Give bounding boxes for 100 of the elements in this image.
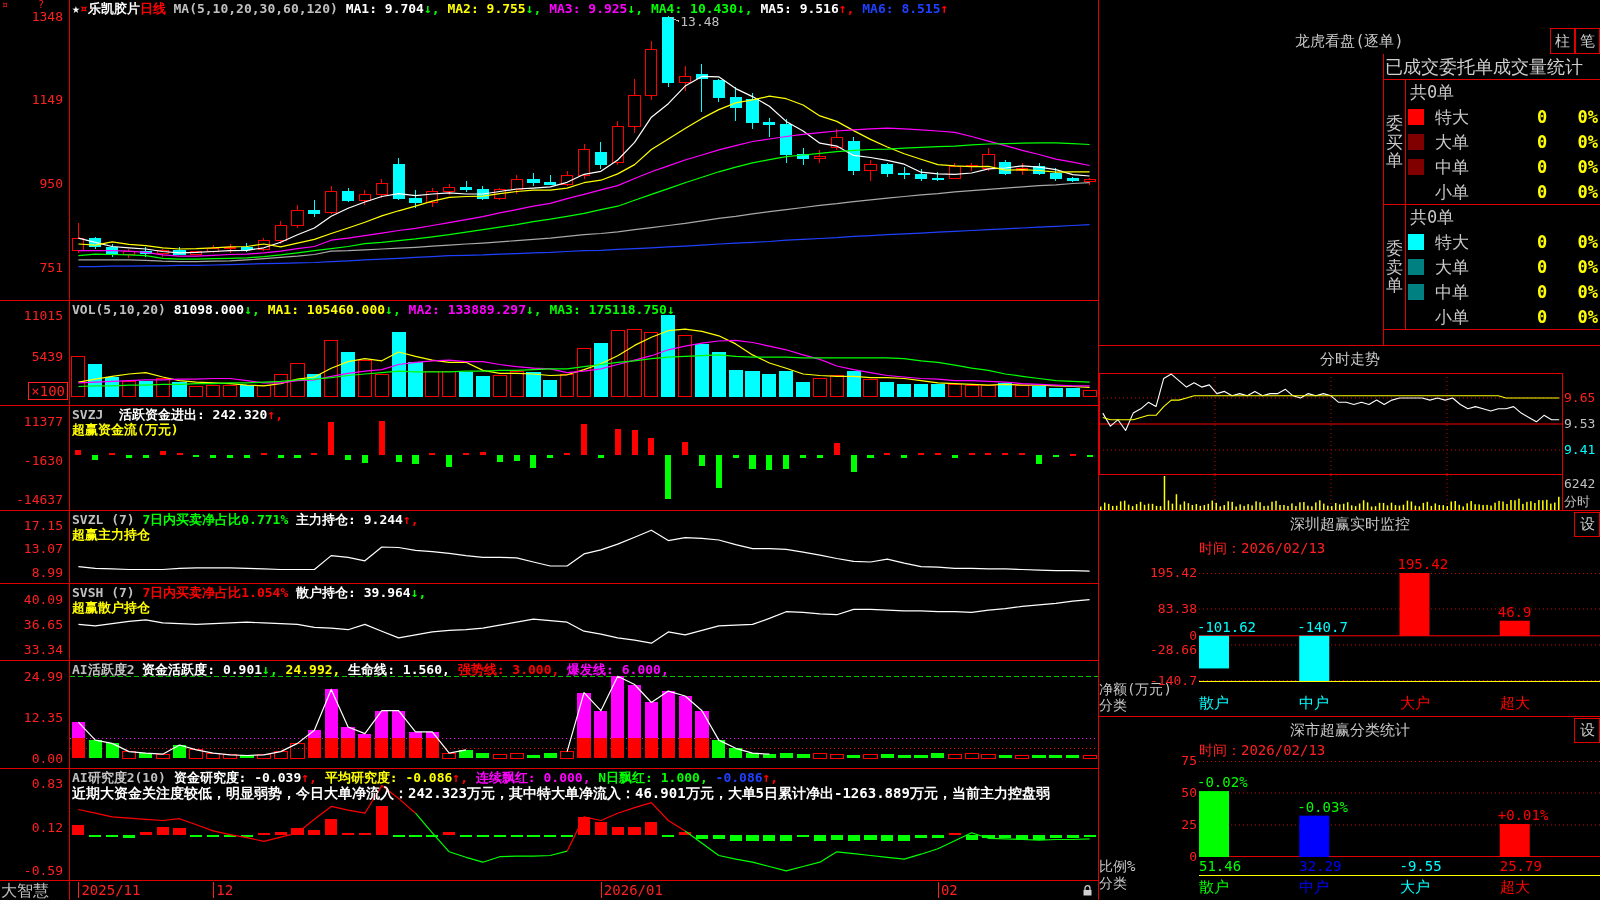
price-annotation: 13.48 bbox=[680, 15, 720, 29]
research-bar bbox=[763, 834, 776, 842]
view-button[interactable]: 柱 bbox=[1550, 28, 1575, 54]
axis-label: 195.42 bbox=[1150, 566, 1197, 580]
volume-bar bbox=[728, 369, 743, 397]
axis-label: 36.65 bbox=[23, 618, 63, 632]
research-bar bbox=[948, 832, 961, 835]
indicator-text: SVSH (7) bbox=[72, 585, 135, 600]
activity-bar bbox=[392, 738, 406, 759]
view-button[interactable]: 笔 bbox=[1575, 28, 1600, 54]
flow-bar bbox=[867, 455, 874, 459]
panel-title: 深圳超赢实时监控 bbox=[1289, 514, 1410, 534]
volume-bar bbox=[475, 375, 490, 397]
indicator-text: 超赢资金流(万元) bbox=[72, 422, 179, 437]
indicator-text: MA3: 9.925 bbox=[548, 1, 628, 16]
candlestick bbox=[847, 136, 860, 176]
chart-bar bbox=[1499, 824, 1530, 857]
volume-bar bbox=[239, 384, 254, 397]
activity-bar bbox=[240, 755, 254, 759]
activity-bar bbox=[947, 754, 962, 759]
volume-bar bbox=[846, 371, 861, 397]
research-bar bbox=[1083, 834, 1096, 837]
chart-bar bbox=[1499, 620, 1530, 636]
candlestick bbox=[1016, 162, 1029, 176]
change-label: -0.02% bbox=[1197, 775, 1248, 791]
research-bar bbox=[864, 834, 877, 840]
research-bar bbox=[190, 834, 203, 837]
settings-button[interactable]: 设 bbox=[1574, 511, 1600, 537]
axis-label: 25 bbox=[1181, 818, 1197, 832]
activity-bar bbox=[155, 753, 170, 759]
order-share: 0% bbox=[1577, 181, 1599, 202]
candlestick bbox=[190, 250, 203, 255]
indicator-text: 超赢主力持仓 bbox=[72, 527, 150, 542]
activity-bar bbox=[880, 754, 894, 759]
corner-mark: ? bbox=[38, 0, 45, 10]
candlestick bbox=[729, 86, 742, 121]
indicator-text: 资金活跃度: 0.901 bbox=[141, 662, 263, 677]
axis-label: 33.34 bbox=[23, 643, 63, 657]
flow-bar bbox=[766, 455, 773, 471]
candlestick bbox=[240, 242, 253, 253]
volume-bar bbox=[947, 383, 962, 397]
activity-bar bbox=[897, 754, 911, 759]
activity-bar bbox=[998, 754, 1012, 759]
group-label: 委买单 bbox=[1386, 113, 1403, 171]
candlestick bbox=[224, 243, 237, 254]
axis-label: 1149 bbox=[31, 93, 63, 107]
axis-label: -28.66 bbox=[1150, 642, 1197, 657]
indicator-text: ↑, bbox=[301, 770, 317, 785]
flow-bar bbox=[951, 455, 958, 459]
order-count: 0 bbox=[1536, 306, 1548, 327]
indicator-text: MA4: 10.430 bbox=[649, 1, 737, 16]
volume-bar bbox=[627, 329, 642, 397]
candlestick bbox=[426, 187, 439, 208]
activity-bar bbox=[931, 753, 945, 759]
activity-bar bbox=[189, 749, 204, 759]
flow-bar bbox=[1069, 453, 1076, 456]
candlestick bbox=[594, 141, 607, 170]
value-label: 46.9 bbox=[1497, 604, 1532, 620]
panel-title: 分时走势 bbox=[1319, 350, 1380, 369]
indicator-text: ↓, bbox=[262, 662, 278, 677]
indicator-text: MA6: 8.515 bbox=[861, 1, 941, 16]
volume-bar bbox=[1015, 384, 1030, 397]
research-bar bbox=[847, 834, 860, 841]
flow-bar bbox=[732, 455, 739, 459]
value-label: 51.46 bbox=[1199, 858, 1242, 874]
volume-bar bbox=[779, 370, 794, 397]
research-bar bbox=[594, 822, 607, 835]
research-bar bbox=[780, 834, 793, 841]
research-bar bbox=[476, 834, 489, 837]
candlestick bbox=[510, 174, 523, 195]
panel-title: 深市超赢分类统计 bbox=[1289, 720, 1410, 740]
flow-bar bbox=[800, 455, 807, 459]
axis-label: 0.00 bbox=[31, 751, 63, 765]
change-label: +0.01% bbox=[1497, 807, 1549, 823]
category-label: 中户 bbox=[1299, 695, 1330, 714]
order-type-label: 大单 bbox=[1434, 132, 1469, 152]
volume-bar bbox=[610, 330, 625, 397]
volume-bar bbox=[981, 384, 996, 397]
axis-title: 分类 bbox=[1099, 875, 1127, 891]
group-label: 委卖单 bbox=[1386, 238, 1403, 296]
activity-bar bbox=[695, 710, 709, 739]
research-bar bbox=[325, 818, 338, 835]
settings-button[interactable]: 设 bbox=[1574, 717, 1600, 743]
volume-bar bbox=[998, 383, 1013, 397]
research-bar bbox=[695, 834, 709, 839]
date-label: 时间：2026/02/13 bbox=[1199, 539, 1326, 558]
indicator-text: 7日内买卖净占比0.771% bbox=[141, 512, 289, 527]
candlestick bbox=[544, 174, 557, 186]
indicator-text: -0.086 bbox=[714, 770, 763, 785]
flow-bar bbox=[968, 453, 975, 456]
research-bar bbox=[173, 828, 186, 835]
chart-bar bbox=[1299, 815, 1330, 857]
activity-bar bbox=[1032, 755, 1046, 759]
candlestick bbox=[1066, 176, 1079, 183]
chart-bar bbox=[1199, 791, 1229, 857]
indicator-text: ↓, bbox=[244, 302, 260, 317]
flow-bar bbox=[142, 455, 149, 458]
order-type-label: 特大 bbox=[1434, 232, 1469, 253]
research-bar bbox=[308, 830, 321, 835]
axis-label: -0.59 bbox=[23, 864, 63, 878]
